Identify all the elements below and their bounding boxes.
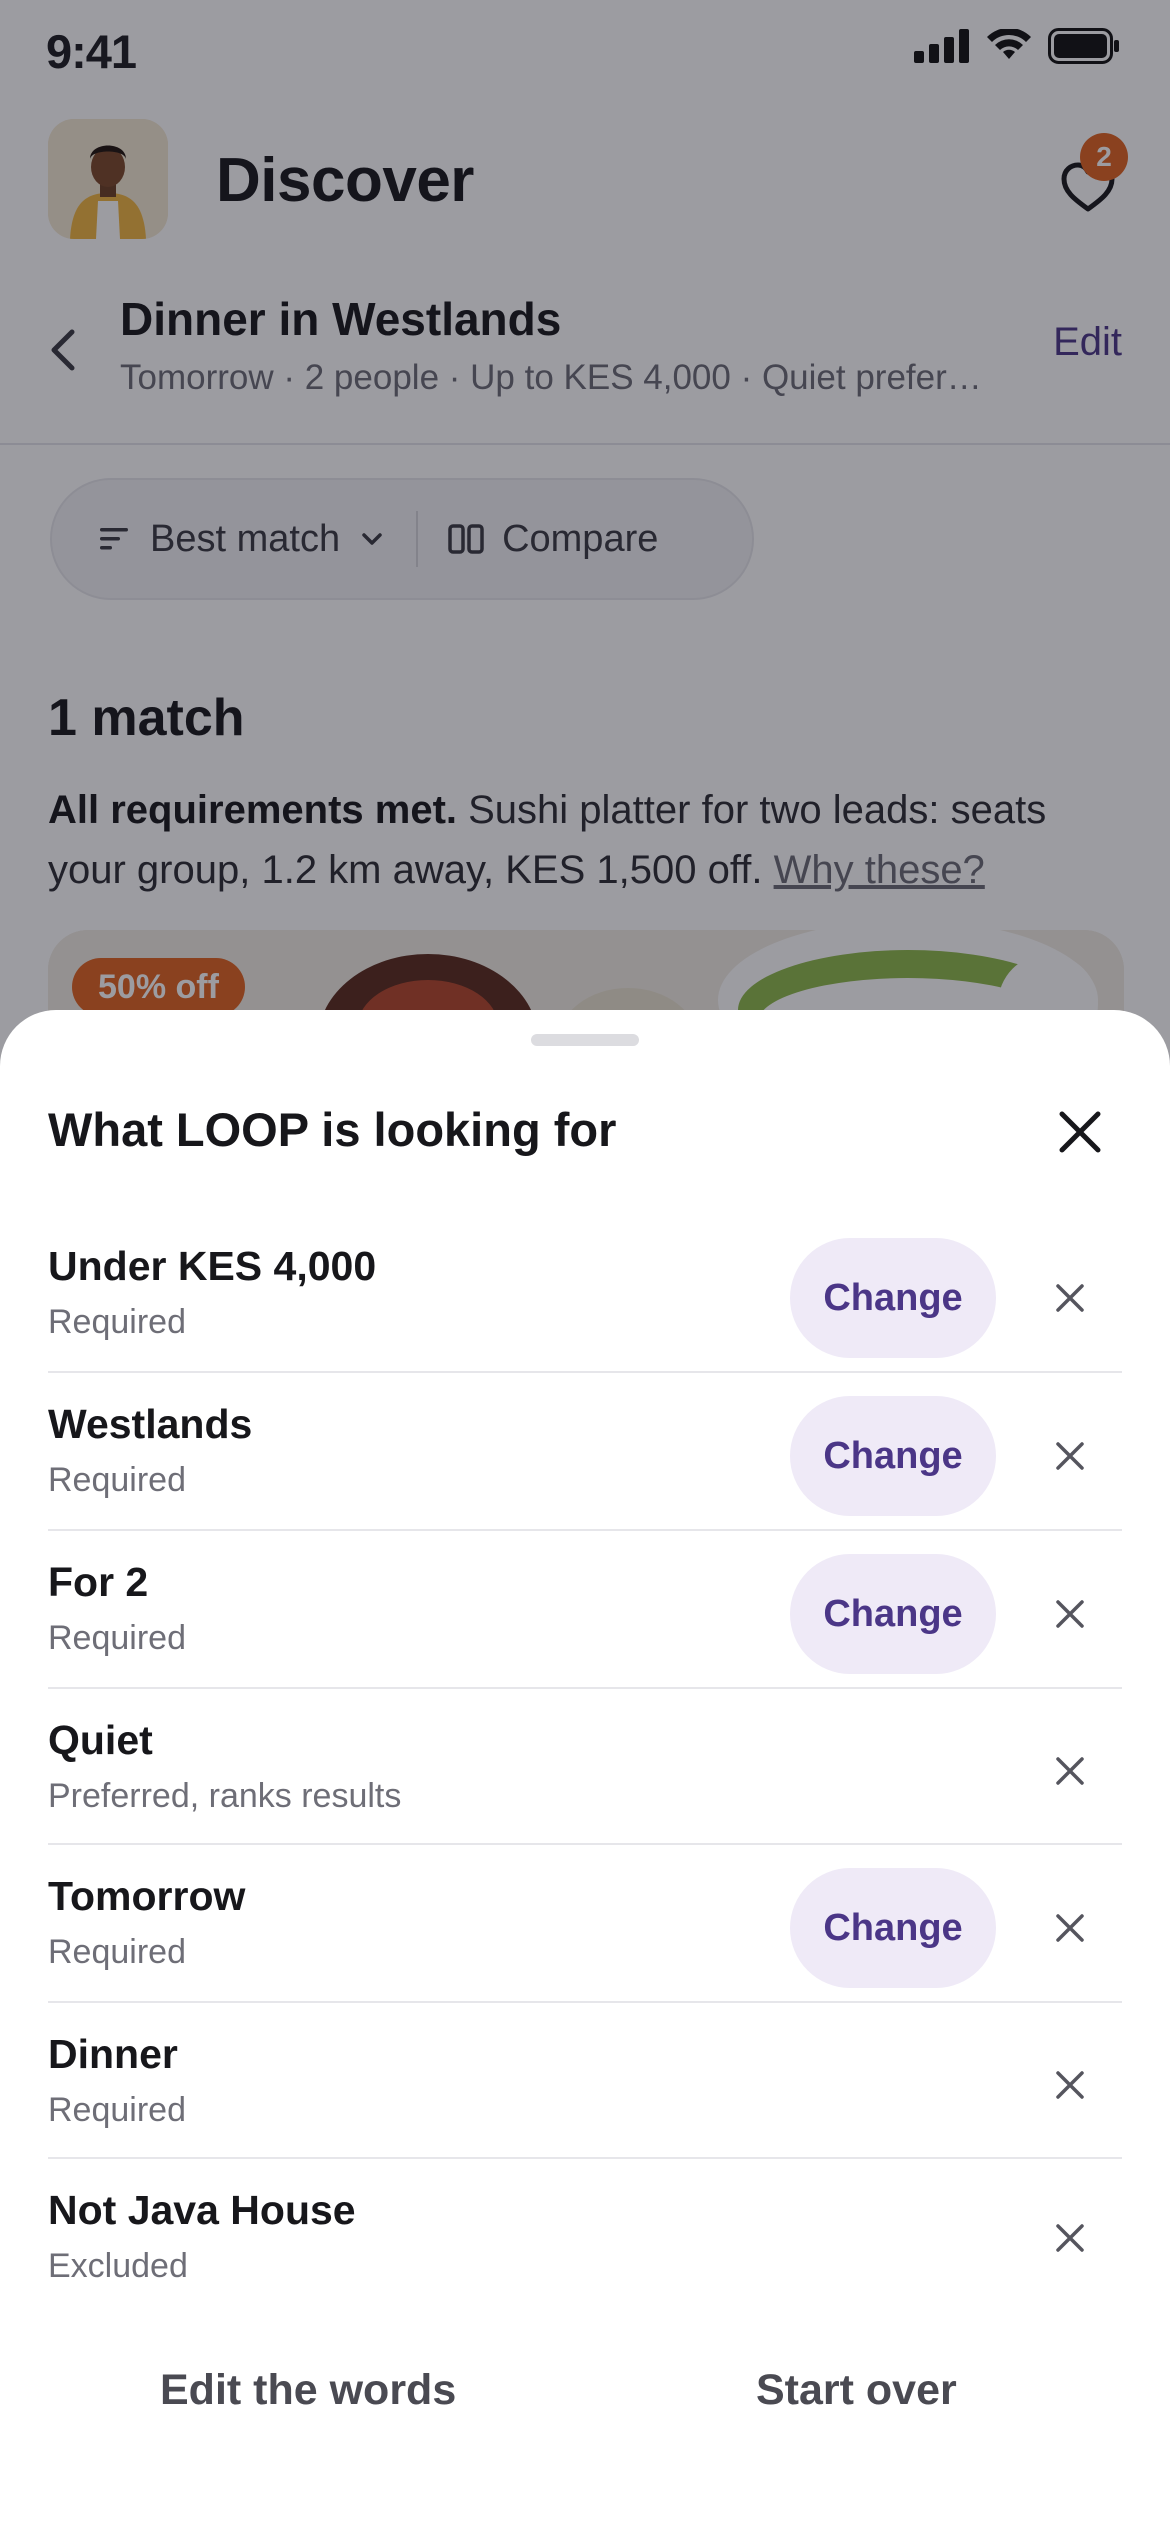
close-icon	[1059, 1111, 1101, 1153]
requirement-status: Excluded	[48, 2247, 188, 2285]
requirement-row: Tomorrow Required Change	[48, 1845, 1122, 2003]
requirement-label: Dinner	[48, 2031, 178, 2077]
requirement-label: Not Java House	[48, 2187, 356, 2233]
requirement-row: Quiet Preferred, ranks results	[48, 1689, 1122, 1845]
requirements-list: Under KES 4,000 Required Change Westlands Re…	[48, 1215, 1122, 2309]
requirement-row: Not Java House Excluded	[48, 2159, 1122, 2309]
close-icon	[1056, 1757, 1084, 1785]
sheet-footer: Edit the words Start over	[0, 2336, 1170, 2446]
requirement-row: Dinner Required	[48, 2003, 1122, 2159]
requirement-label: Under KES 4,000	[48, 1243, 377, 1289]
close-sheet-button[interactable]	[1052, 1104, 1108, 1160]
close-icon	[1056, 2224, 1084, 2252]
change-requirement-button[interactable]: Change	[790, 1554, 996, 1674]
close-icon	[1056, 2071, 1084, 2099]
close-icon	[1056, 1600, 1084, 1628]
requirement-label: For 2	[48, 1559, 149, 1605]
remove-requirement-button[interactable]	[1050, 1436, 1090, 1476]
requirement-row: For 2 Required Change	[48, 1531, 1122, 1689]
remove-requirement-button[interactable]	[1050, 1751, 1090, 1791]
requirement-label: Tomorrow	[48, 1873, 246, 1919]
start-over-button[interactable]: Start over	[756, 2366, 957, 2415]
close-icon	[1056, 1914, 1084, 1942]
requirement-status: Required	[48, 1933, 186, 1971]
sheet-title: What LOOP is looking for	[48, 1103, 617, 1156]
close-icon	[1056, 1284, 1084, 1312]
requirements-sheet: What LOOP is looking for Under KES 4,000…	[0, 1010, 1170, 2532]
remove-requirement-button[interactable]	[1050, 2218, 1090, 2258]
requirement-status: Preferred, ranks results	[48, 1777, 402, 1815]
change-requirement-button[interactable]: Change	[790, 1868, 996, 1988]
edit-words-button[interactable]: Edit the words	[160, 2366, 456, 2415]
close-icon	[1056, 1442, 1084, 1470]
requirement-row: Under KES 4,000 Required Change	[48, 1215, 1122, 1373]
requirement-status: Required	[48, 1303, 186, 1341]
requirement-row: Westlands Required Change	[48, 1373, 1122, 1531]
change-requirement-button[interactable]: Change	[790, 1238, 996, 1358]
remove-requirement-button[interactable]	[1050, 1278, 1090, 1318]
remove-requirement-button[interactable]	[1050, 1594, 1090, 1634]
requirement-label: Westlands	[48, 1401, 253, 1447]
sheet-grabber[interactable]	[531, 1034, 639, 1046]
requirement-status: Required	[48, 2091, 186, 2129]
remove-requirement-button[interactable]	[1050, 2065, 1090, 2105]
remove-requirement-button[interactable]	[1050, 1908, 1090, 1948]
change-requirement-button[interactable]: Change	[790, 1396, 996, 1516]
requirement-status: Required	[48, 1619, 186, 1657]
requirement-label: Quiet	[48, 1717, 153, 1763]
requirement-status: Required	[48, 1461, 186, 1499]
